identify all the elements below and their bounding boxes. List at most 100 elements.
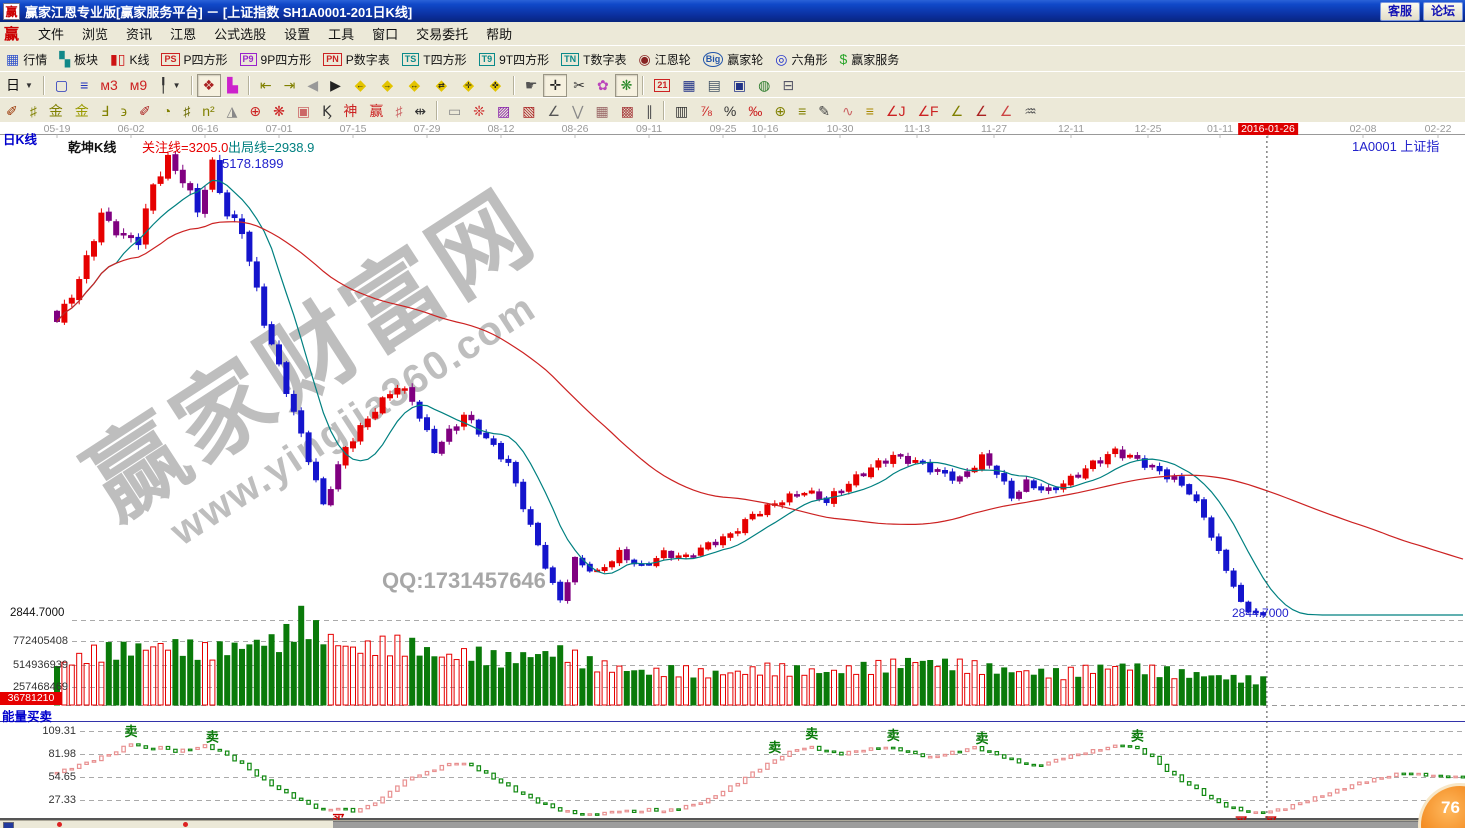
date-label: 07-15 xyxy=(340,123,367,135)
ratio-table-icon[interactable]: ▥ xyxy=(669,99,694,122)
grid-box-icon[interactable]: ▦ xyxy=(590,99,615,122)
width-icon[interactable]: ⇹ xyxy=(408,99,432,122)
hexagon-button[interactable]: ◎六角形 xyxy=(769,48,833,71)
sectors-button[interactable]: ▚板块 xyxy=(53,48,104,71)
box-tool-icon[interactable]: ▭ xyxy=(442,99,467,122)
period-selector[interactable]: 日▼ xyxy=(0,74,39,97)
n2-icon[interactable]: n² xyxy=(196,99,220,122)
chart3-icon[interactable]: м3 xyxy=(94,74,123,97)
scissors-icon[interactable]: ✂ xyxy=(567,74,591,97)
kline-button[interactable]: ▮▯K线 xyxy=(104,48,155,71)
shen-angle-icon[interactable]: ∠ xyxy=(969,99,994,122)
coord-icon[interactable]: ♒ xyxy=(1018,99,1043,122)
j-angle-icon[interactable]: ∠J xyxy=(880,99,912,122)
zigzag-icon[interactable]: ⋁ xyxy=(566,99,589,122)
menu-item-0[interactable]: 文件 xyxy=(29,22,73,45)
shade-box2-icon[interactable]: ▧ xyxy=(516,99,541,122)
angle-line-icon[interactable]: ∠ xyxy=(541,99,566,122)
menu-item-3[interactable]: 江恩 xyxy=(161,22,205,45)
win-icon[interactable]: 赢 xyxy=(363,99,389,122)
first-bar-icon[interactable]: ⇤ xyxy=(254,74,278,97)
quotes-button[interactable]: ▦行情 xyxy=(0,48,53,71)
last-bar-icon[interactable]: ⇥ xyxy=(278,74,302,97)
p-square-button[interactable]: PSP四方形 xyxy=(155,48,233,71)
print-icon[interactable]: ⊟ xyxy=(776,74,800,97)
k-mark-icon[interactable]: Ϗ xyxy=(316,99,337,122)
compress-icon[interactable]: ◆⇄ xyxy=(428,74,455,97)
menu-item-8[interactable]: 交易委托 xyxy=(407,22,477,45)
percent78-icon[interactable]: ⅞ xyxy=(694,99,718,122)
shen-icon[interactable]: 神 xyxy=(337,99,363,122)
menu-item-6[interactable]: 工具 xyxy=(319,22,363,45)
t-table-button[interactable]: TNT数字表 xyxy=(555,48,632,71)
web-save-icon[interactable]: ◍ xyxy=(752,74,776,97)
f-angle-icon[interactable]: ∠F xyxy=(911,99,944,122)
f-grid-icon[interactable]: Ⅎ xyxy=(95,99,115,122)
next-bar-icon[interactable]: ▶ xyxy=(324,74,347,97)
save-icon[interactable]: ▣ xyxy=(727,74,752,97)
win-angle-icon[interactable]: ∠ xyxy=(994,99,1019,122)
crosshair-icon[interactable]: ✛ xyxy=(543,74,567,97)
window-icon[interactable]: ▢ xyxy=(49,74,74,97)
9t-square-button[interactable]: T99T四方形 xyxy=(473,48,556,71)
shade-box-icon[interactable]: ▨ xyxy=(491,99,516,122)
golden-grid-icon[interactable]: 金 xyxy=(43,99,69,122)
brush-icon[interactable]: ✐ xyxy=(0,99,24,122)
chart9-icon[interactable]: м9 xyxy=(124,74,153,97)
menu-item-7[interactable]: 窗口 xyxy=(363,22,407,45)
square-target-icon[interactable]: ▣ xyxy=(291,99,316,122)
angle-ruler-icon[interactable]: ◮ xyxy=(221,99,244,122)
star-icon[interactable]: ❋ xyxy=(267,99,291,122)
grid-box2-icon[interactable]: ▩ xyxy=(615,99,640,122)
percent-icon[interactable]: % xyxy=(718,99,742,122)
notes-icon[interactable]: ▤ xyxy=(702,74,727,97)
rays-icon[interactable]: ❊ xyxy=(467,99,491,122)
chart-area[interactable]: 赢家财富网 www.yingjia360.com QQ:1731457646 卖… xyxy=(0,122,1465,828)
parallel-lines-icon[interactable]: ∥ xyxy=(640,99,659,122)
expand-icon[interactable]: ◆↔ xyxy=(401,74,428,97)
golden-target-icon[interactable]: ⊕ xyxy=(768,99,792,122)
p-table-button[interactable]: PNP数字表 xyxy=(317,48,396,71)
menu-item-5[interactable]: 设置 xyxy=(275,22,319,45)
shift-right-icon[interactable]: ◆→ xyxy=(374,74,401,97)
menu-item-1[interactable]: 浏览 xyxy=(73,22,117,45)
golden-levels2-icon[interactable]: ≡ xyxy=(860,99,880,122)
candle-style-icon[interactable]: ╿▼ xyxy=(153,74,186,97)
target-icon[interactable]: ⊕ xyxy=(243,99,267,122)
chart-canvas[interactable]: 卖卖卖卖卖卖卖买买买 xyxy=(0,122,1465,828)
percent-line-icon[interactable]: ‰ xyxy=(742,99,768,122)
pattern-icon[interactable]: ❖ xyxy=(197,74,222,97)
menu-item-9[interactable]: 帮助 xyxy=(477,22,521,45)
hand-icon[interactable]: ☛ xyxy=(519,74,544,97)
9p-square-button[interactable]: P99P四方形 xyxy=(234,48,318,71)
magic-icon[interactable]: ✿ xyxy=(591,74,615,97)
wave-icon[interactable]: ∿ xyxy=(836,99,860,122)
forum-button[interactable]: 论坛 xyxy=(1423,2,1463,21)
gann-wheel-button[interactable]: ◉江恩轮 xyxy=(632,48,696,71)
golden-grid2-icon[interactable]: 金 xyxy=(69,99,95,122)
golden-levels-icon[interactable]: ≡ xyxy=(792,99,812,122)
gann-circle-icon[interactable]: ◔ xyxy=(157,99,177,122)
tick-grid-icon[interactable]: ♯ xyxy=(177,99,196,122)
zoom-in-icon[interactable]: ◆✛ xyxy=(455,74,482,97)
info-list-icon[interactable]: ≡ xyxy=(74,74,94,97)
winner-wheel-button[interactable]: Big赢家轮 xyxy=(697,48,770,71)
winner-service-button[interactable]: $赢家服务 xyxy=(833,48,905,71)
menu-item-4[interactable]: 公式选股 xyxy=(205,22,275,45)
menu-item-2[interactable]: 资讯 xyxy=(117,22,161,45)
stretch-icon[interactable]: ✎ xyxy=(812,99,836,122)
calculator-icon[interactable]: ▦ xyxy=(676,74,701,97)
service-button[interactable]: 客服 xyxy=(1380,2,1420,21)
shift-left-icon[interactable]: ◆← xyxy=(347,74,374,97)
zoom-out-icon[interactable]: ◆✜ xyxy=(482,74,509,97)
brush2-icon[interactable]: ✐ xyxy=(133,99,157,122)
spiral-icon[interactable]: ϶ xyxy=(115,99,133,122)
volume-chart-icon[interactable]: ▙ xyxy=(221,74,244,97)
t-square-button[interactable]: TST四方形 xyxy=(396,48,473,71)
calendar-icon[interactable]: 21 xyxy=(648,74,676,97)
dense-grid-icon[interactable]: ♯ xyxy=(389,99,408,122)
gann-grid-icon[interactable]: ♯ xyxy=(24,99,43,122)
brain-icon[interactable]: ❋ xyxy=(615,74,639,97)
gold-angle-icon[interactable]: ∠ xyxy=(945,99,970,122)
prev-bar-icon[interactable]: ◀ xyxy=(301,74,324,97)
